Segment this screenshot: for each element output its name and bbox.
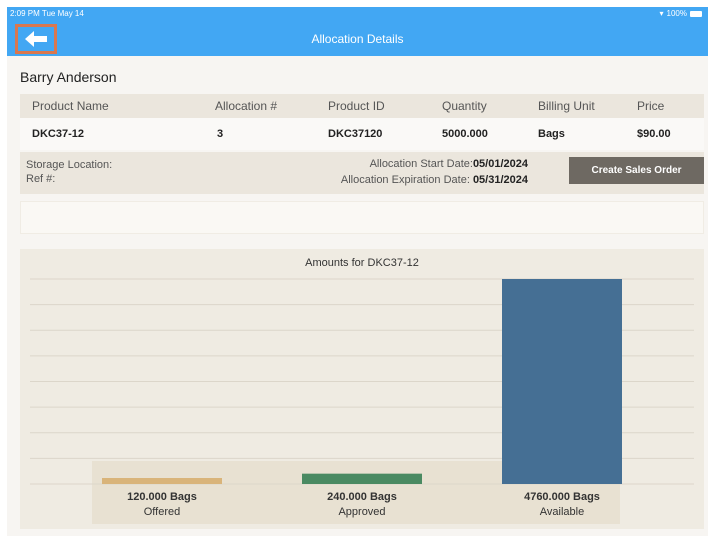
col-quantity: Quantity <box>442 99 487 113</box>
cell-product-name: DKC37-12 <box>32 128 84 140</box>
bar-value-label: 4760.000 Bags <box>524 491 600 503</box>
main-content: Barry Anderson Product Name Allocation #… <box>7 56 708 536</box>
expiration-date: Allocation Expiration Date: 05/31/2024 <box>341 174 528 186</box>
bar-offered <box>102 478 222 484</box>
top-bar: 2:09 PM Tue May 14 ▾ 100% Allocation Det… <box>7 7 708 56</box>
allocation-info: Storage Location: Ref #: Allocation Star… <box>20 152 704 194</box>
col-product-name: Product Name <box>32 99 109 113</box>
create-sales-order-button[interactable]: Create Sales Order <box>569 157 704 184</box>
col-billing-unit: Billing Unit <box>538 99 595 113</box>
status-battery: ▾ 100% <box>660 9 702 18</box>
col-allocation: Allocation # <box>215 99 278 113</box>
storage-location-label: Storage Location: <box>26 159 113 171</box>
start-date-label: Allocation Start Date: <box>369 158 473 170</box>
bar-value-label: 120.000 Bags <box>127 491 197 503</box>
bar-approved <box>302 473 422 484</box>
cell-allocation: 3 <box>217 128 224 140</box>
expiration-date-label: Allocation Expiration Date: <box>340 174 470 186</box>
chart-plot <box>30 278 694 485</box>
bar-value-label: 240.000 Bags <box>327 491 397 503</box>
bar-available <box>502 279 622 484</box>
start-date-value: 05/01/2024 <box>472 158 528 170</box>
bar-label-available: 4760.000 Bags Available <box>497 491 627 518</box>
cell-price: $90.00 <box>637 128 671 140</box>
battery-level: 100% <box>666 9 687 18</box>
table-header: Product Name Allocation # Product ID Qua… <box>20 94 704 118</box>
bar-category-label: Available <box>539 506 585 518</box>
bar-label-approved: 240.000 Bags Approved <box>297 491 427 518</box>
ref-label: Ref #: <box>26 173 56 185</box>
status-time: 2:09 PM Tue May 14 <box>10 9 84 18</box>
customer-name: Barry Anderson <box>20 69 117 85</box>
wifi-icon: ▾ <box>659 9 664 18</box>
bar-category-label: Approved <box>338 506 386 518</box>
cell-product-id: DKC37120 <box>328 128 383 140</box>
expiration-date-value: 05/31/2024 <box>472 174 528 186</box>
battery-icon <box>690 10 702 17</box>
bar-category-label: Offered <box>143 506 181 518</box>
table-row[interactable]: DKC37-12 3 DKC37120 5000.000 Bags $90.00 <box>20 118 704 150</box>
col-price: Price <box>637 99 665 113</box>
bar-label-offered: 120.000 Bags Offered <box>97 491 227 518</box>
product-table: Product Name Allocation # Product ID Qua… <box>20 94 704 150</box>
cell-quantity: 5000.000 <box>442 128 488 140</box>
col-product-id: Product ID <box>328 99 385 113</box>
cell-billing-unit: Bags <box>538 128 565 140</box>
empty-panel <box>20 201 704 234</box>
amounts-chart: Amounts for DKC37-12 120.000 Bags Offered… <box>20 249 704 529</box>
page-title: Allocation Details <box>311 32 404 46</box>
start-date: Allocation Start Date:05/01/2024 <box>370 158 528 170</box>
